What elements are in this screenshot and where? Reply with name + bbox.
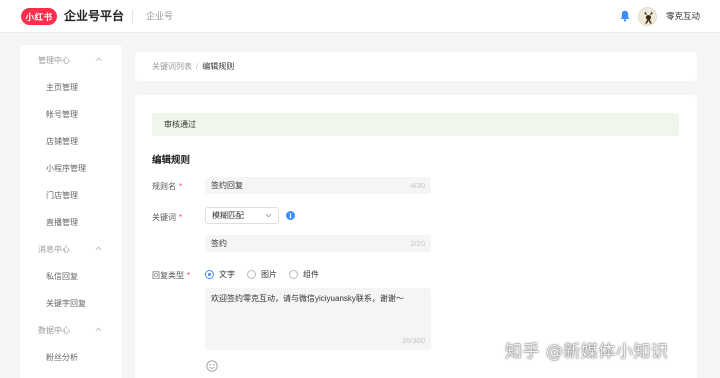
reply-text-value: 欢迎签约零克互动，请与微信yiciyuansky联系，谢谢～: [211, 294, 404, 303]
breadcrumb-keyword-list-link[interactable]: 关键词列表: [152, 61, 192, 72]
sidebar-item-account[interactable]: 帐号管理: [46, 109, 78, 120]
sidebar-item-miniprogram[interactable]: 小程序管理: [46, 163, 86, 174]
reply-text-textarea[interactable]: 欢迎签约零克互动，请与微信yiciyuansky联系，谢谢～ 35/300: [205, 288, 431, 350]
user-avatar[interactable]: [638, 7, 657, 26]
rule-name-input[interactable]: 签约回复 4/30: [205, 177, 431, 194]
rule-name-label: 规则名 *: [152, 182, 183, 191]
reply-type-radio-group: 文字 图片 组件: [205, 269, 331, 280]
keyword-value: 签约: [211, 239, 227, 248]
sidebar-item-keyword-reply[interactable]: 关键字回复: [46, 298, 86, 309]
header-divider: [132, 10, 133, 23]
nav-enterprise-link[interactable]: 企业号: [146, 8, 173, 25]
radio-checked-icon: [205, 270, 214, 279]
rule-name-count: 4/30: [410, 181, 425, 190]
keyword-input[interactable]: 签约 2/20: [205, 235, 431, 252]
deer-avatar-icon: [644, 11, 653, 24]
chevron-up-icon[interactable]: [95, 246, 102, 251]
radio-component[interactable]: 组件: [289, 269, 319, 280]
edit-rule-card: 审核通过 编辑规则 规则名 * 签约回复 4/30 关键词 * 模糊匹配 i 签约 …: [135, 95, 697, 378]
sidebar-item-store[interactable]: 门店管理: [46, 190, 78, 201]
radio-unchecked-icon: [289, 270, 298, 279]
sidebar-item-fan-analysis[interactable]: 粉丝分析: [46, 352, 78, 363]
radio-text[interactable]: 文字: [205, 269, 235, 280]
sidebar-item-shop[interactable]: 店铺管理: [46, 136, 78, 147]
breadcrumb-separator: /: [196, 62, 199, 71]
match-mode-select[interactable]: 模糊匹配: [205, 207, 279, 224]
chevron-up-icon[interactable]: [95, 57, 102, 62]
status-alert: 审核通过: [152, 113, 679, 136]
chevron-down-icon: [265, 213, 272, 218]
sidebar-item-private-reply[interactable]: 私信回复: [46, 271, 78, 282]
reply-type-label: 回复类型 *: [152, 271, 191, 280]
breadcrumb-current: 编辑规则: [202, 62, 235, 71]
emoji-icon[interactable]: [206, 360, 218, 372]
top-bar: 小红书 企业号平台 企业号 零克互动: [0, 0, 720, 33]
platform-title: 企业号平台: [64, 9, 125, 23]
keyword-label: 关键词 *: [152, 213, 183, 222]
chevron-up-icon[interactable]: [95, 327, 102, 332]
radio-unchecked-icon: [247, 270, 256, 279]
notification-bell-icon[interactable]: [620, 10, 630, 22]
sidebar-item-homepage[interactable]: 主页管理: [46, 82, 78, 93]
keyword-count: 2/20: [410, 239, 425, 248]
breadcrumb: 关键词列表 / 编辑规则: [135, 52, 697, 81]
xiaohongshu-logo[interactable]: 小红书: [21, 8, 57, 25]
sidebar-item-live[interactable]: 直播管理: [46, 217, 78, 228]
section-title: 编辑规则: [152, 155, 191, 166]
user-name[interactable]: 零克互动: [666, 8, 700, 25]
reply-text-count: 35/300: [402, 336, 425, 345]
radio-image[interactable]: 图片: [247, 269, 277, 280]
sidebar-group-data[interactable]: 数据中心: [38, 325, 70, 336]
zhihu-watermark: 知乎 @新媒体小知识: [505, 342, 669, 362]
match-mode-value: 模糊匹配: [212, 211, 244, 220]
sidebar: 管理中心 主页管理 帐号管理 店铺管理 小程序管理 门店管理 直播管理 消息中心…: [20, 45, 122, 378]
info-icon[interactable]: i: [286, 211, 295, 220]
sidebar-group-messages[interactable]: 消息中心: [38, 244, 70, 255]
sidebar-group-management[interactable]: 管理中心: [38, 55, 70, 66]
rule-name-value: 签约回复: [211, 181, 243, 190]
